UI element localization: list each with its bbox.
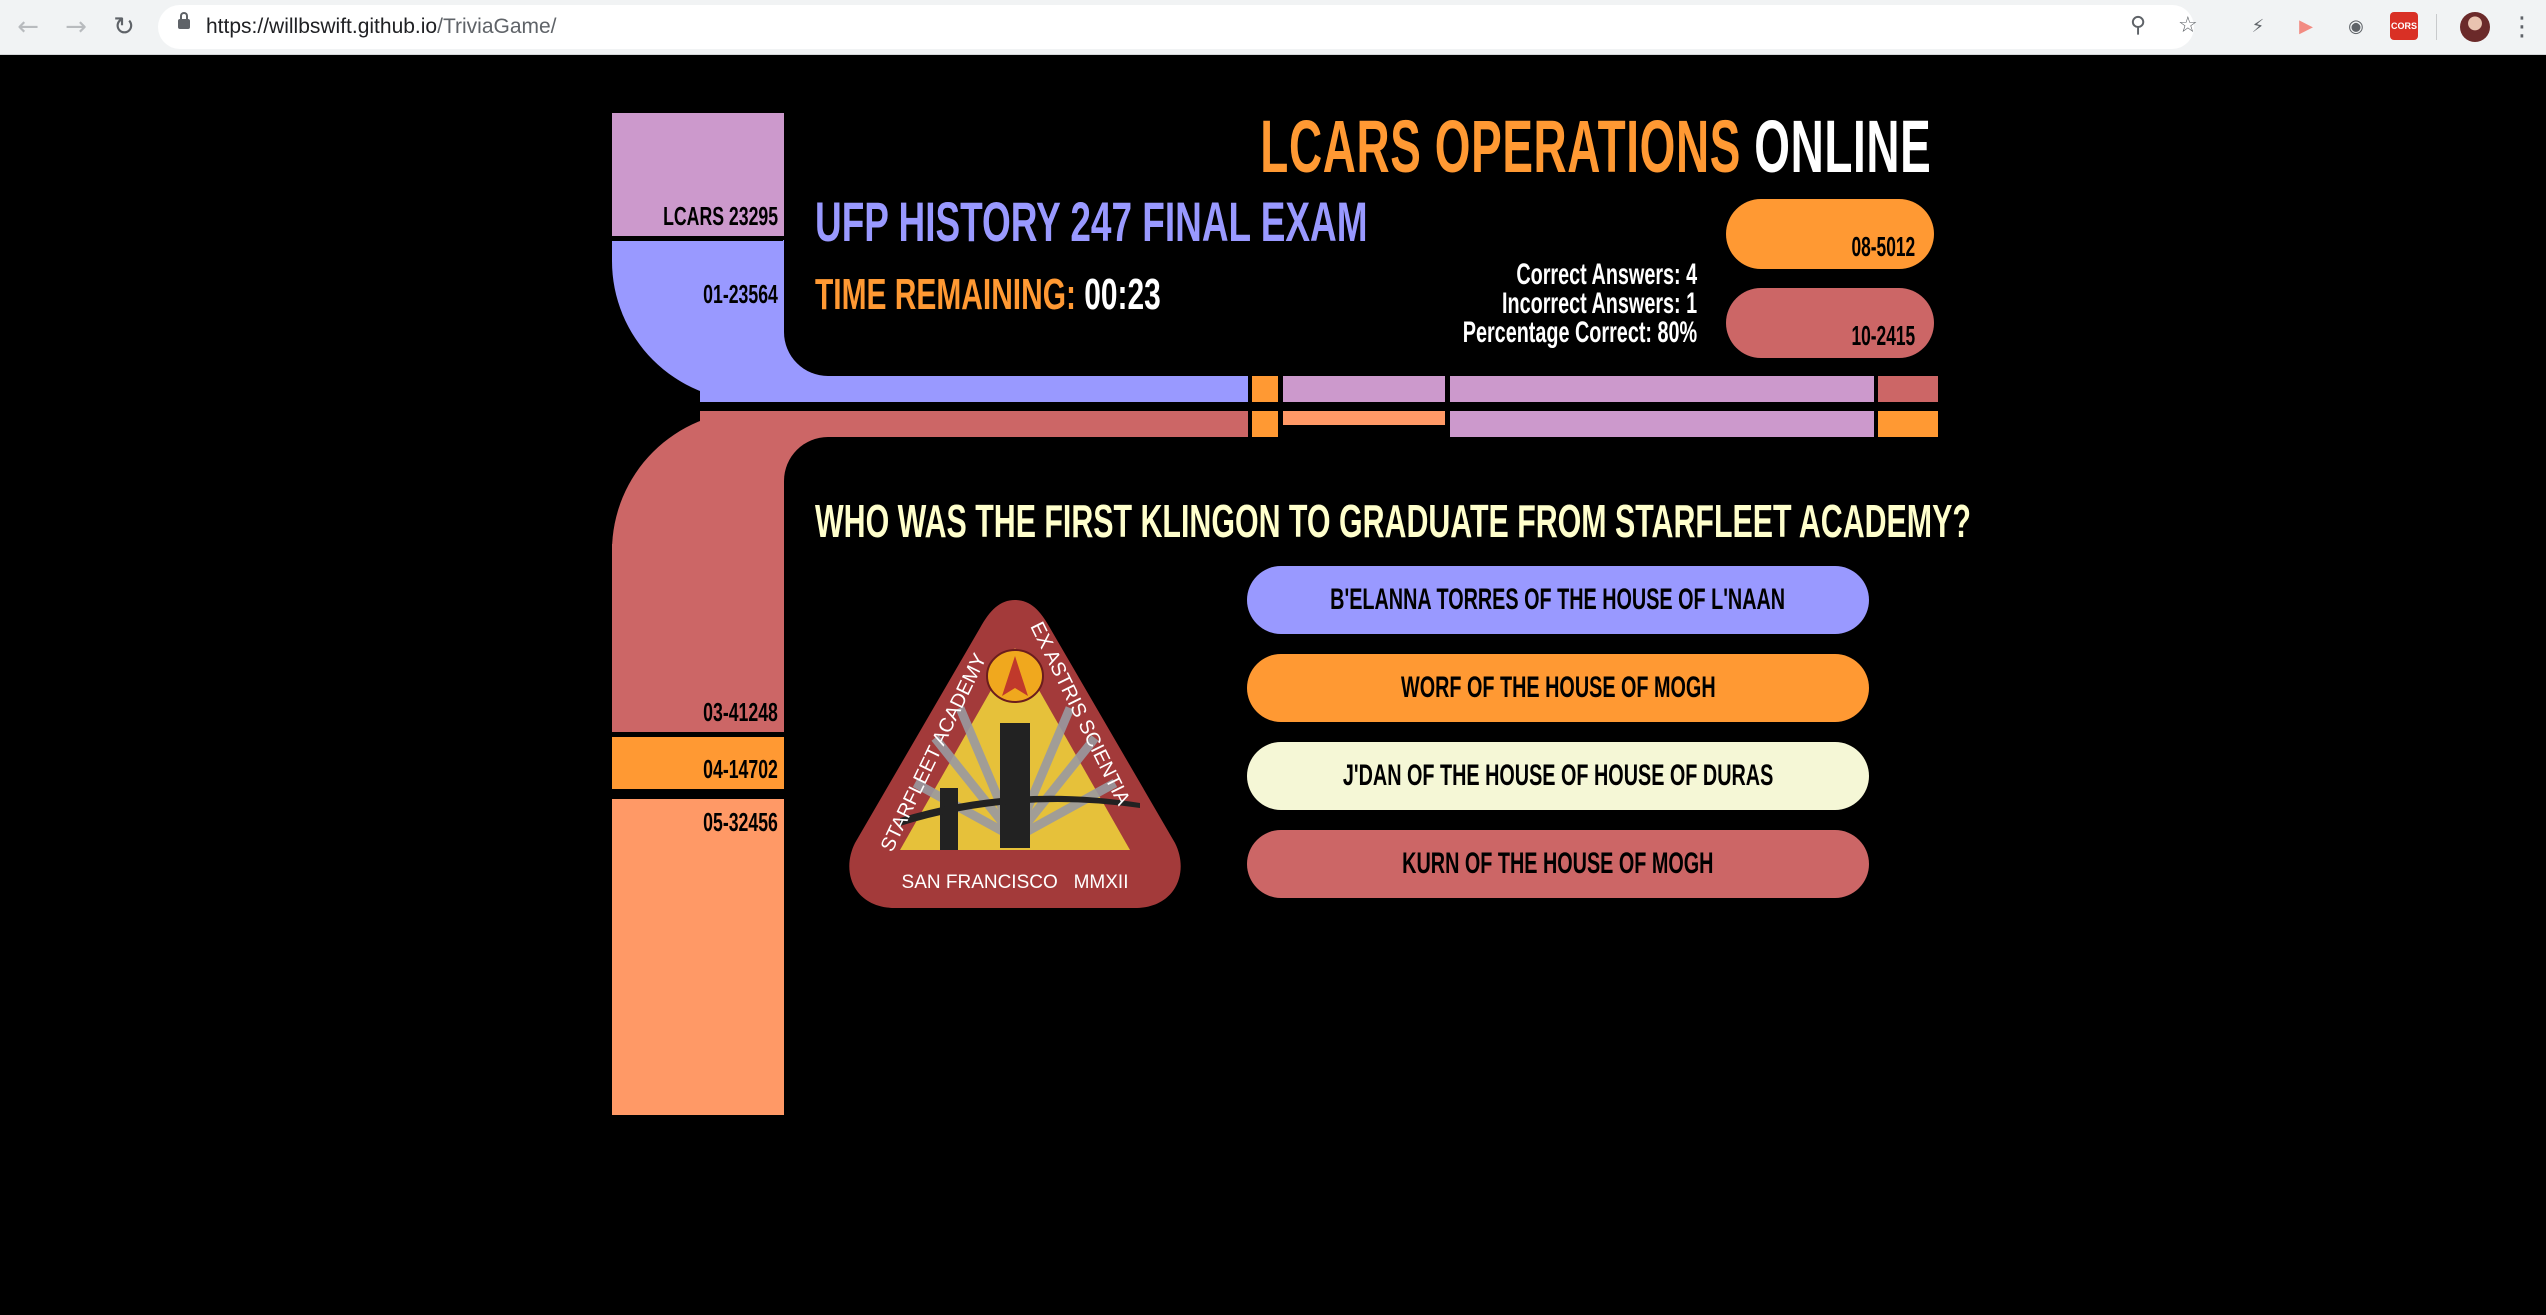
reload-icon[interactable]: ↻: [108, 11, 140, 43]
answer-label-1: B'ELANNA TORRES OF THE HOUSE OF L'NAAN: [1330, 583, 1786, 616]
top-elbow-bar: [700, 376, 1248, 402]
question-text: WHO WAS THE FIRST KLINGON TO GRADUATE FR…: [815, 495, 1971, 547]
url-host: https://willbswift.github.io: [206, 15, 438, 38]
answer-label-4: KURN OF THE HOUSE OF MOGH: [1402, 847, 1714, 880]
top-bar-seg-2: [1283, 376, 1445, 402]
bottom-bar-seg-2: [1283, 411, 1445, 425]
sidebar-block-05: 05-32456: [612, 799, 784, 1115]
zoom-icon[interactable]: ⚲: [2130, 13, 2146, 38]
toolbar-divider: [2436, 14, 2437, 40]
star-icon[interactable]: ☆: [2178, 13, 2198, 38]
sidebar-block-lcars: LCARS 23295: [612, 113, 784, 236]
pill-top: 08-5012: [1726, 199, 1934, 269]
avatar[interactable]: [2460, 12, 2490, 42]
sidebar-code-04: 04-14702: [703, 754, 778, 784]
bottom-bar-seg-1: [1252, 411, 1278, 437]
answer-button-1[interactable]: B'ELANNA TORRES OF THE HOUSE OF L'NAAN: [1247, 566, 1869, 634]
answer-label-3: J'DAN OF THE HOUSE OF HOUSE OF DURAS: [1342, 759, 1774, 792]
sidebar-code-03: 03-41248: [703, 697, 778, 727]
lock-icon: [178, 12, 190, 29]
sidebar-block-03: 03-41248: [612, 544, 784, 732]
lightning-icon[interactable]: ⚡: [2244, 12, 2272, 40]
exam-title: UFP HISTORY 247 FINAL EXAM: [815, 190, 1368, 253]
score-stats: Correct Answers: 4 Incorrect Answers: 1 …: [1462, 258, 1697, 349]
top-bar-seg-1: [1252, 376, 1278, 402]
address-bar[interactable]: https://willbswift.github.io/TriviaGame/…: [158, 5, 2198, 49]
bottom-bar-seg-3: [1450, 411, 1874, 437]
title-part-orange: LCARS OPERATIONS: [1259, 105, 1741, 188]
forward-arrow-icon[interactable]: →: [60, 11, 92, 43]
correct-answers: Correct Answers: 4: [1516, 258, 1697, 291]
starfleet-academy-emblem: STARFLEET ACADEMY EX ASTRIS SCIENTIA SAN…: [849, 600, 1181, 908]
answer-button-3[interactable]: J'DAN OF THE HOUSE OF HOUSE OF DURAS: [1247, 742, 1869, 810]
answer-label-2: WORF OF THE HOUSE OF MOGH: [1400, 671, 1716, 704]
incorrect-answers: Incorrect Answers: 1: [1501, 287, 1697, 320]
bottom-bar-seg-4: [1878, 411, 1938, 437]
top-bar-seg-3: [1450, 376, 1874, 402]
url-path: /TriviaGame/: [437, 15, 557, 38]
url-text[interactable]: https://willbswift.github.io/TriviaGame/: [206, 15, 557, 39]
sidebar-code-01: 01-23564: [703, 279, 778, 309]
pill-bottom-code: 10-2415: [1851, 320, 1916, 351]
video-icon[interactable]: ▶: [2292, 12, 2320, 40]
emblem-bottom-text: SAN FRANCISCO MMXII: [902, 872, 1129, 893]
time-remaining: TIME REMAINING: 00:23: [815, 270, 1161, 320]
cors-icon[interactable]: CORS: [2390, 12, 2418, 40]
time-label: TIME REMAINING:: [815, 270, 1076, 319]
pill-bottom: 10-2415: [1726, 288, 1934, 358]
more-menu-icon[interactable]: ⋮: [2506, 11, 2538, 43]
back-arrow-icon[interactable]: ←: [12, 11, 44, 43]
title-part-white: ONLINE: [1753, 105, 1931, 188]
top-bar-seg-4: [1878, 376, 1938, 402]
page-title: LCARS OPERATIONS ONLINE: [1260, 104, 1931, 189]
pill-top-code: 08-5012: [1851, 231, 1916, 262]
sidebar-block-04: 04-14702: [612, 737, 784, 789]
lcars-interface: LCARS 23295 01-23564 02-24156 03-41248 0…: [0, 54, 2546, 1315]
time-value: 00:23: [1084, 270, 1161, 319]
sidebar-code-05: 05-32456: [703, 807, 778, 837]
sidebar-code-lcars: LCARS 23295: [663, 201, 778, 231]
circle-dots-icon[interactable]: ◉: [2342, 12, 2370, 40]
percentage-correct: Percentage Correct: 80%: [1462, 316, 1697, 349]
answer-button-2[interactable]: WORF OF THE HOUSE OF MOGH: [1247, 654, 1869, 722]
answer-button-4[interactable]: KURN OF THE HOUSE OF MOGH: [1247, 830, 1869, 898]
browser-toolbar: ← → ↻ https://willbswift.github.io/Trivi…: [0, 0, 2546, 55]
